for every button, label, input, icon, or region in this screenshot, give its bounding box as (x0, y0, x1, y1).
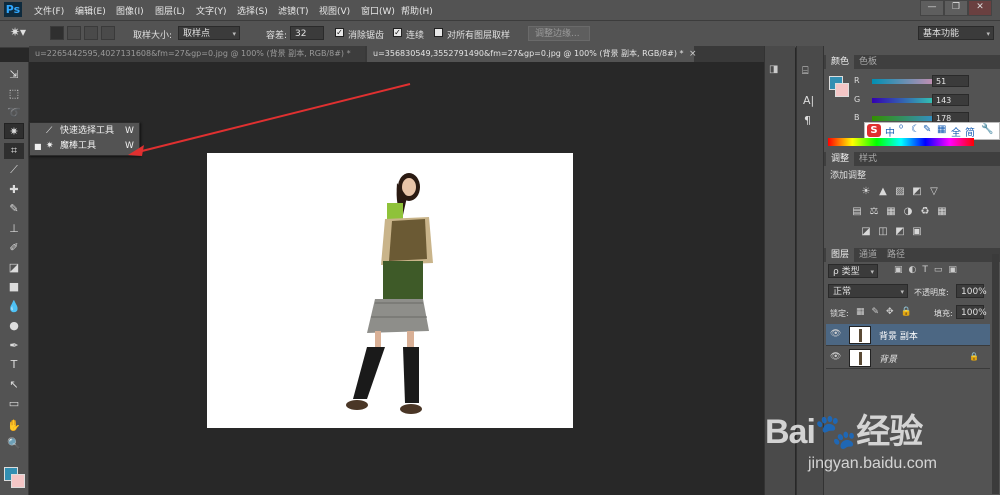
tab-styles[interactable]: 样式 (854, 152, 882, 166)
ime-moon-icon[interactable]: ☾ (911, 124, 920, 135)
vibrance-icon[interactable]: ▽ (928, 186, 940, 197)
tab-adjustments[interactable]: 调整 (826, 152, 855, 166)
history-icon[interactable]: ◨ (769, 64, 791, 75)
layer-name: 背景 副本 (879, 332, 918, 342)
layer-filter-icons[interactable]: ▣◐T▭▣ (894, 265, 963, 275)
opacity-label: 不透明度: (914, 288, 949, 297)
lock-icon: 🔒 (969, 352, 979, 361)
ime-settings-icon[interactable]: 🔧 (981, 124, 993, 135)
threshold-icon[interactable]: ◩ (894, 226, 906, 237)
eye-icon[interactable]: 👁 (830, 352, 841, 362)
invert-icon[interactable]: ◪ (860, 226, 872, 237)
chevron-down-icon: ▾ (900, 288, 904, 296)
green-value-input[interactable]: 143 (932, 94, 969, 106)
properties-icon[interactable]: ⌸ (802, 64, 809, 78)
paragraph-icon[interactable]: ¶ (804, 114, 811, 127)
ime-fullwidth-icon[interactable]: 全 (951, 124, 961, 139)
layer-filter-value: ρ 类型 (833, 267, 860, 277)
tab-channels[interactable]: 通道 (854, 248, 882, 262)
layer-row-background-copy[interactable]: 👁 背景 副本 (826, 324, 990, 346)
hue-saturation-icon[interactable]: ▤ (851, 206, 863, 217)
color-panel-tabs: 颜色 色板 (824, 55, 1000, 69)
character-icon[interactable]: A| (803, 94, 814, 107)
blend-mode-value: 正常 (833, 287, 852, 297)
color-balance-icon[interactable]: ⚖ (868, 206, 880, 217)
posterize-icon[interactable]: ◫ (877, 226, 889, 237)
ime-punct-icon[interactable]: ⁰ (899, 124, 903, 135)
ime-keyboard-icon[interactable]: ▦ (937, 124, 946, 135)
blend-mode-select[interactable]: 正常 ▾ (828, 284, 908, 298)
add-adjustment-title: 添加调整 (830, 171, 867, 181)
green-slider-row: G 143 (828, 94, 998, 107)
red-slider-row: R 51 (828, 75, 998, 88)
layers-panel-tabs: 图层 通道 路径 (824, 248, 1000, 262)
photo-filter-icon[interactable]: ◑ (902, 206, 914, 217)
green-label: G (854, 95, 861, 104)
layer-thumbnail (849, 326, 871, 344)
fill-label: 填充: (934, 309, 953, 318)
baidu-jingyan-watermark-logo: Bai🐾经验 (765, 413, 923, 451)
exposure-icon[interactable]: ◩ (911, 186, 923, 197)
tab-swatches[interactable]: 色板 (854, 55, 882, 69)
tab-color[interactable]: 颜色 (826, 55, 855, 69)
red-label: R (854, 76, 860, 85)
tab-layers[interactable]: 图层 (826, 248, 855, 262)
chevron-down-icon: ▾ (870, 268, 874, 276)
black-white-icon[interactable]: ▦ (885, 206, 897, 217)
layer-thumbnail (849, 349, 871, 367)
eye-icon[interactable]: 👁 (830, 329, 841, 339)
ime-mode-icon[interactable]: 中 (885, 124, 895, 139)
brightness-contrast-icon[interactable]: ☀ (860, 186, 872, 197)
color-spectrum-ramp[interactable] (828, 138, 974, 146)
lock-label: 锁定: (830, 309, 849, 318)
color-lookup-icon[interactable]: ▦ (936, 206, 948, 217)
opacity-input[interactable]: 100% (956, 284, 987, 298)
layer-row-background[interactable]: 👁 背景 🔒 (826, 347, 990, 369)
sogou-logo-icon: S (867, 124, 881, 137)
channel-mixer-icon[interactable]: ♻ (919, 206, 931, 217)
red-value-input[interactable]: 51 (932, 75, 969, 87)
curves-icon[interactable]: ▨ (894, 186, 906, 197)
baidu-jingyan-watermark-url: jingyan.baidu.com (808, 455, 937, 472)
lock-options-icons[interactable]: ▦✎✥🔒 (856, 307, 919, 317)
blue-label: B (854, 113, 860, 122)
fill-input[interactable]: 100% (956, 305, 987, 319)
selective-color-icon[interactable]: ▣ (911, 226, 923, 237)
layer-name: 背景 (879, 355, 898, 365)
layers-scrollbar[interactable] (992, 254, 999, 494)
ime-handwrite-icon[interactable]: ✎ (923, 124, 931, 135)
ime-simplified-icon[interactable]: 简 (965, 124, 975, 139)
adjustments-panel-tabs: 调整 样式 (824, 152, 1000, 166)
tab-paths[interactable]: 路径 (882, 248, 910, 262)
levels-icon[interactable]: ▲ (877, 186, 889, 197)
layer-filter-select[interactable]: ρ 类型 ▾ (828, 264, 878, 278)
